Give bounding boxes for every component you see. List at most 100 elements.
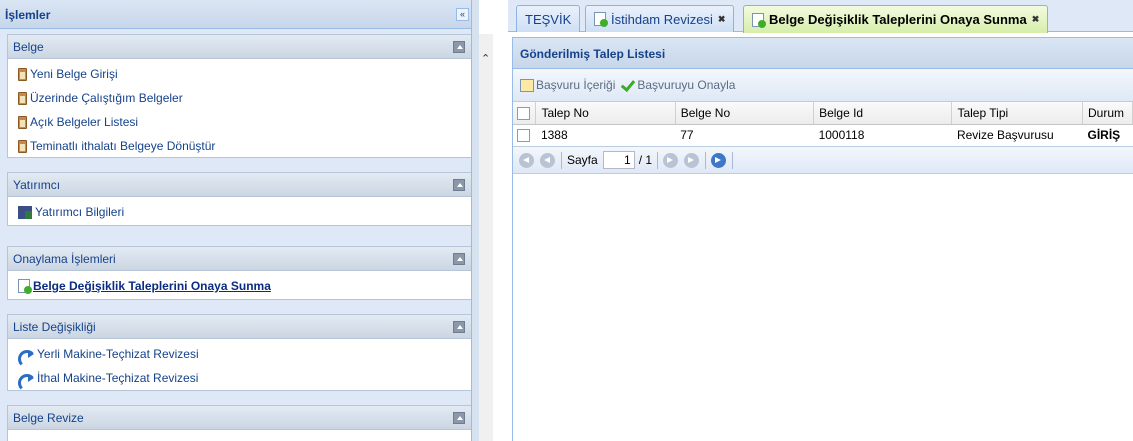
building-icon — [18, 205, 32, 219]
grid-header-row: Talep No Belge No Belge Id Talep Tipi Du… — [513, 102, 1133, 125]
column-header-talep-no[interactable]: Talep No — [535, 102, 676, 125]
tab-istihdam-revizesi[interactable]: İstihdam Revizesi ✖ — [585, 5, 735, 32]
menu-item-ithal-makine[interactable]: İthal Makine-Teçhizat Revizesi — [18, 366, 471, 392]
column-header-durum[interactable]: Durum — [1082, 102, 1133, 125]
collapse-toggle-icon[interactable] — [453, 412, 465, 424]
collapse-toggle-icon[interactable] — [453, 253, 465, 265]
panel-belge-revize: Belge Revize — [7, 405, 471, 441]
basvuruyu-onayla-button[interactable]: Başvuruyu Onayla — [621, 78, 735, 92]
redo-arrow-icon — [18, 372, 36, 392]
prev-page-icon[interactable] — [540, 152, 555, 168]
panel-body: Yerli Makine-Teçhizat Revizesi İthal Mak… — [7, 338, 471, 392]
tab-tesvik[interactable]: TEŞVİK — [516, 5, 581, 32]
panel-title: Belge Revize — [13, 411, 84, 425]
close-icon[interactable]: ✖ — [718, 14, 726, 25]
grid-panel: Gönderilmiş Talep Listesi Başvuru İçeriğ… — [512, 37, 1133, 441]
cell-belge-id: 1000118 — [813, 124, 952, 147]
checkbox[interactable] — [517, 129, 530, 143]
panel-body: Yatırımcı Bilgileri — [7, 196, 471, 226]
clipboard-icon — [18, 115, 27, 129]
table-row[interactable]: 1388 77 1000118 Revize Başvurusu GİRİŞ — [513, 124, 1133, 147]
center-panel: TEŞVİK İstihdam Revizesi ✖ Belge Değişik… — [508, 0, 1133, 441]
page-count-label: / 1 — [638, 153, 653, 167]
separator — [705, 151, 707, 169]
menu-item-label: İthal Makine-Teçhizat Revizesi — [37, 371, 199, 385]
panel-header[interactable]: Belge — [7, 34, 471, 58]
menu-item-yatirimci-bilgileri[interactable]: Yatırımcı Bilgileri — [18, 200, 471, 224]
close-icon[interactable]: ✖ — [1032, 14, 1040, 25]
document-go-icon — [594, 12, 608, 27]
table-icon — [520, 78, 534, 92]
panel-title: Onaylama İşlemleri — [13, 252, 116, 266]
cell-talep-tipi: Revize Başvurusu — [951, 124, 1083, 147]
accordion-scrollbar[interactable]: ⌃ — [479, 34, 493, 441]
checkbox[interactable] — [517, 106, 530, 120]
clipboard-icon — [18, 139, 27, 153]
grid-table: Talep No Belge No Belge Id Talep Tipi Du… — [513, 102, 1133, 147]
clipboard-icon — [18, 67, 27, 81]
row-checkbox-cell[interactable] — [513, 124, 536, 147]
collapse-panel-button[interactable]: « — [456, 8, 469, 21]
cell-belge-no: 77 — [675, 124, 814, 147]
separator — [732, 151, 734, 169]
collapse-toggle-icon[interactable] — [453, 179, 465, 191]
basvuru-icerigi-button[interactable]: Başvuru İçeriği — [520, 78, 615, 92]
menu-item-label: Üzerinde Çalıştığım Belgeler — [30, 91, 183, 105]
column-header-belge-id[interactable]: Belge Id — [813, 102, 953, 125]
column-header-talep-tipi[interactable]: Talep Tipi — [951, 102, 1083, 125]
tab-label: Belge Değişiklik Taleplerini Onaya Sunma — [769, 12, 1027, 27]
separator — [657, 151, 659, 169]
menu-item-acik-belgeler[interactable]: Açık Belgeler Listesi — [18, 110, 471, 134]
tab-label: İstihdam Revizesi — [611, 11, 713, 27]
menu-item-belge-degisiklik-talepleri[interactable]: Belge Değişiklik Taleplerini Onaya Sunma — [18, 274, 471, 298]
panel-title: Liste Değişikliği — [13, 320, 96, 334]
panel-belge: Belge Yeni Belge Girişi Üzerinde Çalıştı… — [7, 34, 471, 158]
panel-body — [7, 429, 471, 441]
last-page-icon[interactable] — [684, 152, 700, 168]
collapse-toggle-icon[interactable] — [453, 321, 465, 333]
menu-item-label: Belge Değişiklik Taleplerini Onaya Sunma — [33, 279, 271, 293]
redo-arrow-icon — [18, 348, 36, 368]
separator — [561, 151, 562, 169]
refresh-icon[interactable] — [711, 152, 727, 168]
select-all-checkbox-cell[interactable] — [513, 102, 537, 125]
grid-toolbar: Başvuru İçeriği Başvuruyu Onayla — [513, 69, 1133, 102]
page-number-input[interactable] — [602, 151, 635, 169]
tab-label: TEŞVİK — [525, 11, 572, 27]
panel-liste-degisikligi: Liste Değişikliği Yerli Makine-Teçhizat … — [7, 314, 471, 392]
first-page-icon[interactable] — [519, 152, 534, 168]
scroll-up-icon[interactable]: ⌃ — [481, 52, 490, 65]
cell-talep-no: 1388 — [535, 124, 676, 147]
menu-item-yerli-makine[interactable]: Yerli Makine-Teçhizat Revizesi — [18, 342, 471, 368]
panel-header[interactable]: Yatırımcı — [7, 172, 471, 196]
menu-item-uzerinde-calistigim[interactable]: Üzerinde Çalıştığım Belgeler — [18, 86, 471, 110]
tab-belge-degisiklik[interactable]: Belge Değişiklik Taleplerini Onaya Sunma… — [743, 5, 1049, 33]
menu-item-teminatli-ithalat[interactable]: Teminatlı ithalatı Belgeye Dönüştür — [18, 134, 471, 158]
panel-title: Yatırımcı — [13, 178, 61, 192]
panel-header[interactable]: Belge Revize — [7, 405, 471, 429]
button-label: Başvuruyu Onayla — [637, 78, 736, 92]
panel-header[interactable]: Onaylama İşlemleri — [7, 246, 471, 270]
west-panel-header: İşlemler « — [0, 0, 471, 29]
west-panel-title: İşlemler — [5, 8, 51, 22]
checkmark-icon — [621, 79, 635, 91]
next-page-icon[interactable] — [663, 152, 679, 168]
menu-item-label: Açık Belgeler Listesi — [30, 115, 139, 129]
button-label: Başvuru İçeriği — [536, 78, 616, 92]
cell-durum: GİRİŞ — [1082, 124, 1133, 147]
collapse-toggle-icon[interactable] — [453, 41, 465, 53]
panel-yatirimci: Yatırımcı Yatırımcı Bilgileri — [7, 172, 471, 226]
column-header-belge-no[interactable]: Belge No — [675, 102, 815, 125]
menu-item-label: Teminatlı ithalatı Belgeye Dönüştür — [30, 139, 216, 153]
page-label: Sayfa — [567, 153, 598, 167]
menu-item-label: Yerli Makine-Teçhizat Revizesi — [37, 347, 199, 361]
panel-header[interactable]: Liste Değişikliği — [7, 314, 471, 338]
panel-splitter[interactable] — [472, 0, 479, 441]
document-go-icon — [752, 12, 766, 28]
panel-body: Belge Değişiklik Taleplerini Onaya Sunma — [7, 270, 471, 300]
menu-item-yeni-belge[interactable]: Yeni Belge Girişi — [18, 62, 471, 86]
clipboard-icon — [18, 91, 27, 105]
menu-item-label: Yatırımcı Bilgileri — [35, 205, 125, 219]
document-go-icon — [18, 279, 32, 294]
panel-title: Belge — [13, 40, 44, 54]
